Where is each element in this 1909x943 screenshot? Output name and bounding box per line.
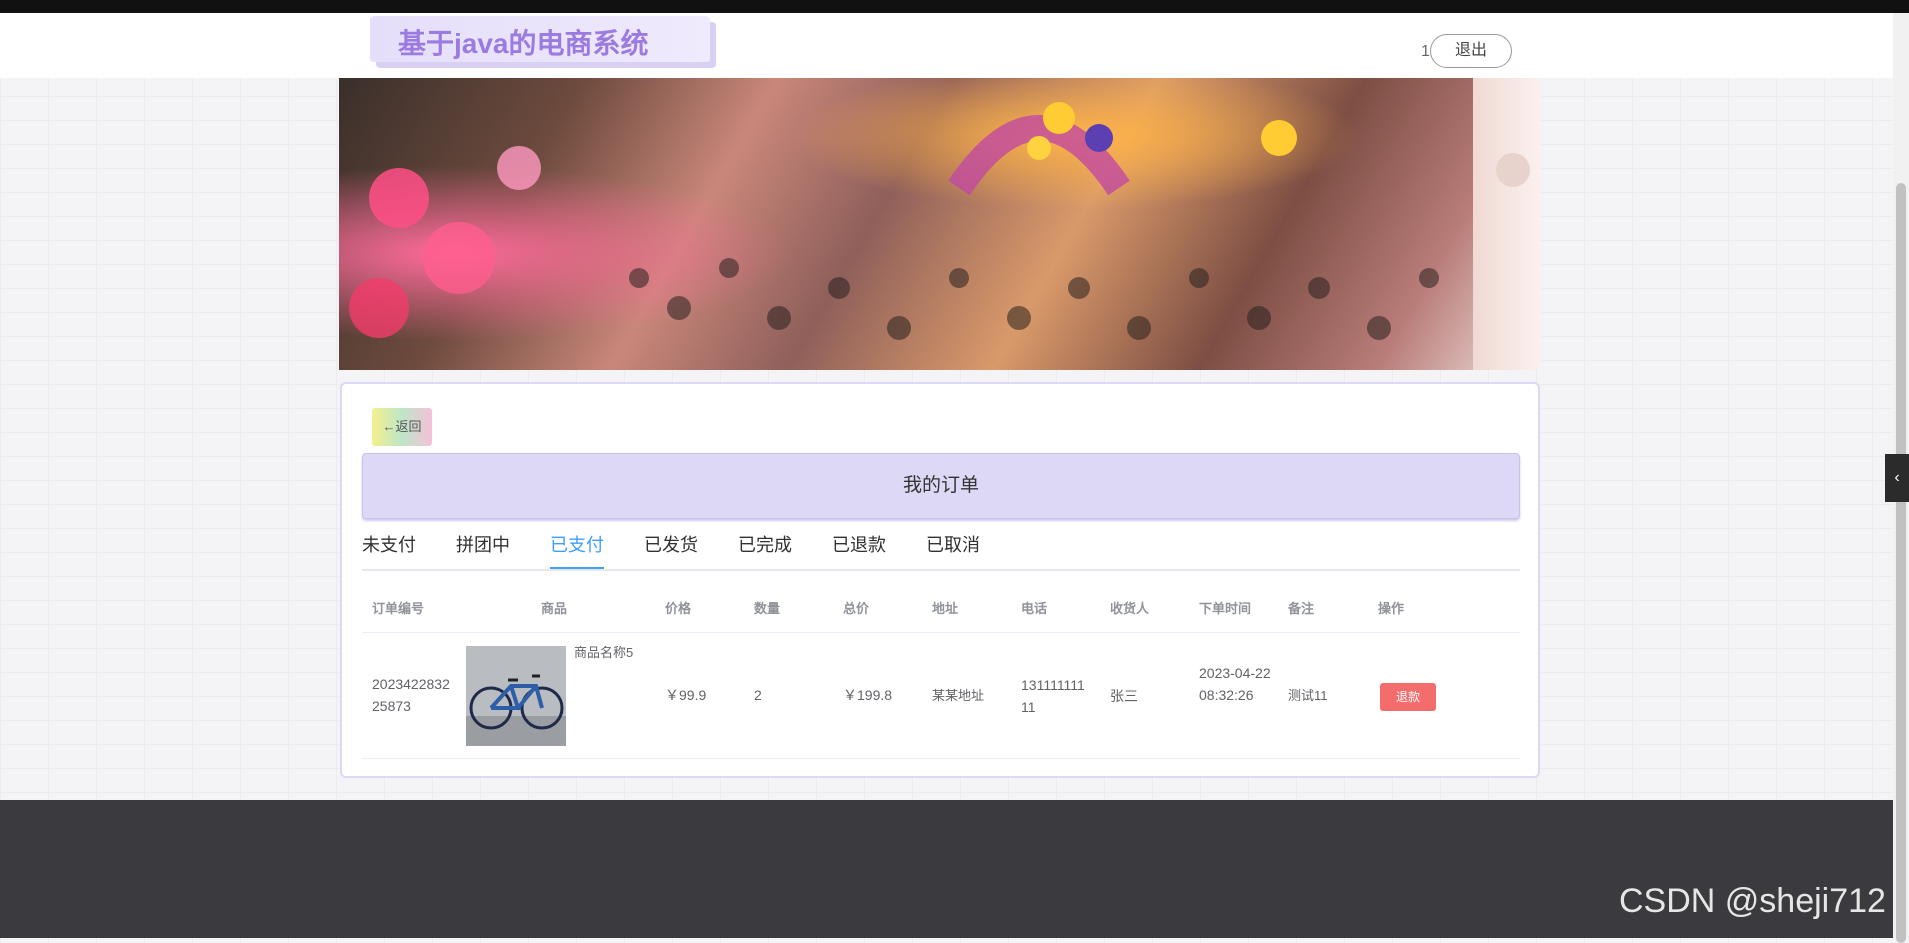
column-header-total: 总价 [843, 601, 870, 616]
column-header-quantity: 数量 [754, 601, 781, 616]
tab-cancelled[interactable]: 已取消 [926, 524, 980, 567]
column-header-note: 备注 [1288, 601, 1315, 616]
column-header-order-time: 下单时间 [1199, 601, 1252, 616]
scrollbar-thumb[interactable] [1896, 183, 1906, 943]
page-title-bar: 我的订单 [362, 453, 1520, 519]
column-header-phone: 电话 [1021, 601, 1048, 616]
banner-nav-dot[interactable] [1496, 153, 1530, 187]
column-header-product: 商品 [541, 601, 568, 616]
refund-button[interactable]: 退款 [1380, 683, 1436, 711]
price-value: ￥99.9 [665, 687, 707, 703]
tab-unpaid[interactable]: 未支付 [362, 524, 416, 567]
site-footer [0, 800, 1893, 938]
banner-image [339, 78, 1473, 370]
product-thumbnail[interactable] [466, 646, 566, 746]
order-time-value: 2023-04-22 08:32:26 [1199, 665, 1271, 703]
product-name: 商品名称5 [574, 645, 634, 660]
order-status-tabs: 未支付 拼团中 已支付 已发货 已完成 已退款 已取消 [362, 524, 1520, 571]
tab-completed[interactable]: 已完成 [738, 524, 792, 567]
back-button[interactable]: ←返回 [372, 408, 432, 446]
receiver-value: 张三 [1110, 688, 1138, 704]
column-header-action: 操作 [1378, 601, 1405, 616]
orders-panel: ←返回 我的订单 未支付 拼团中 已支付 已发货 已完成 已退款 已取消 订单编… [340, 382, 1540, 778]
site-logo[interactable]: 基于java的电商系统 [370, 16, 710, 62]
column-header-receiver: 收货人 [1110, 601, 1150, 616]
site-header: 基于java的电商系统 1 退出 [0, 13, 1893, 78]
page-title: 我的订单 [902, 475, 979, 496]
quantity-value: 2 [754, 687, 762, 703]
column-header-address: 地址 [932, 601, 959, 616]
logout-button[interactable]: 退出 [1430, 34, 1512, 68]
table-header: 订单编号 商品 价格 数量 总价 地址 电话 收货人 下单时间 备注 操作 [362, 586, 1520, 633]
banner-carousel[interactable] [339, 78, 1541, 370]
tab-paid[interactable]: 已支付 [550, 524, 604, 569]
tab-group-buying[interactable]: 拼团中 [456, 524, 510, 567]
bicycle-icon [466, 646, 566, 746]
user-indicator: 1 [1421, 43, 1430, 60]
note-value: 测试11 [1288, 688, 1328, 703]
browser-top-strip [0, 0, 1909, 13]
total-value: ￥199.8 [843, 687, 893, 703]
phone-value: 13111111111 [1021, 677, 1085, 715]
banner-next-slide [1473, 78, 1541, 370]
order-number: 202342283225873 [372, 676, 450, 714]
watermark: CSDN @sheji712 [1619, 882, 1886, 920]
address-value: 某某地址 [932, 688, 985, 703]
column-header-price: 价格 [665, 601, 692, 616]
table-row: 202342283225873 商品名称5 ￥99.9 2 ￥199.8 某某地… [362, 633, 1520, 759]
chevron-left-icon[interactable]: ‹ [1885, 454, 1909, 502]
site-logo-text: 基于java的电商系统 [398, 28, 649, 59]
tab-refunded[interactable]: 已退款 [832, 524, 886, 567]
column-header-order-no: 订单编号 [372, 601, 425, 616]
tab-shipped[interactable]: 已发货 [644, 524, 698, 567]
